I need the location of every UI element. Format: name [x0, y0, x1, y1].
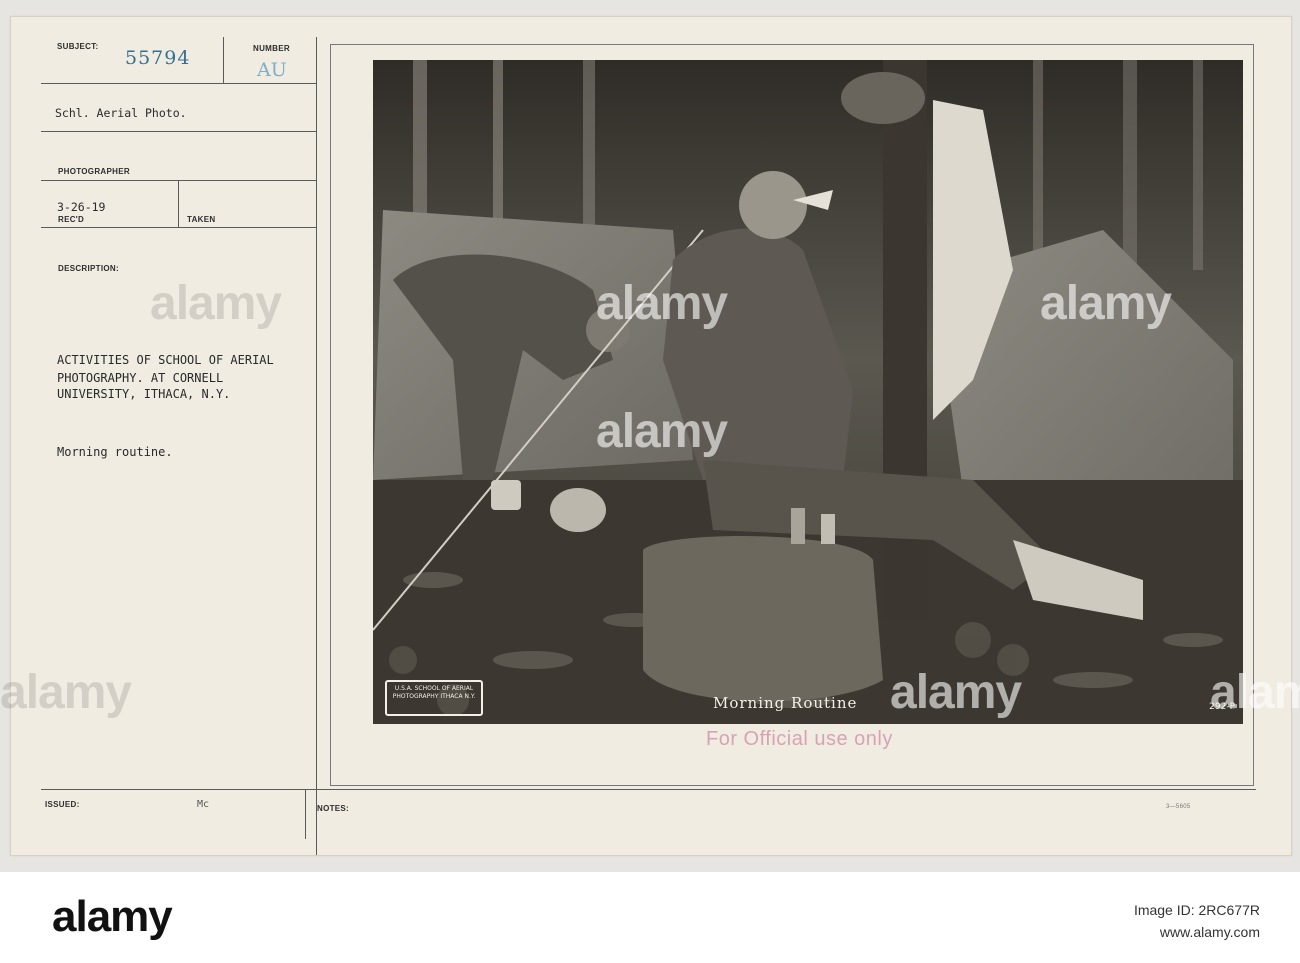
studio-stamp: U.S.A. SCHOOL OF AERIAL PHOTOGRAPHY ITHA…: [385, 680, 483, 716]
source-text: Schl. Aerial Photo.: [55, 106, 187, 120]
recd-label: REC'D: [58, 215, 85, 224]
issued-value: Mc: [197, 799, 210, 810]
taken-label: TAKEN: [187, 215, 216, 224]
watermark: alamy: [890, 666, 1022, 719]
description-line: PHOTOGRAPHY. AT CORNELL: [57, 371, 224, 385]
official-use-stamp: For Official use only: [706, 728, 893, 750]
divider: [41, 789, 1256, 790]
image-id: Image ID: 2RC677R: [1133, 902, 1260, 918]
watermark: alamy: [150, 277, 282, 330]
divider: [41, 131, 316, 132]
divider: [41, 227, 316, 228]
received-date: 3-26-19: [57, 200, 106, 214]
number-label: NUMBER: [253, 44, 290, 53]
description-line: UNIVERSITY, ITHACA, N.Y.: [57, 387, 231, 401]
subject-label: SUBJECT:: [57, 42, 99, 51]
photo-caption: Morning Routine: [713, 694, 858, 712]
divider: [178, 180, 179, 227]
footer-bar: alamy Image ID: 2RC677R www.alamy.com: [0, 872, 1300, 963]
watermark: alamy: [1040, 277, 1172, 330]
divider: [316, 37, 317, 855]
divider: [305, 789, 306, 839]
photograph-scene: [373, 60, 1243, 724]
watermark: alamy: [0, 666, 132, 719]
watermark: alamy: [596, 277, 728, 330]
form-code: 3—5605: [1166, 804, 1191, 810]
watermark: alamy: [596, 405, 728, 458]
description-note: Morning routine.: [57, 445, 173, 459]
photographer-label: PHOTOGRAPHER: [58, 167, 130, 176]
subject-number: 55794: [125, 47, 191, 69]
footer-logo[interactable]: alamy: [52, 892, 173, 942]
divider: [223, 37, 224, 83]
description-label: DESCRIPTION:: [58, 264, 119, 273]
footer-url[interactable]: www.alamy.com: [1160, 924, 1260, 940]
photograph: Morning Routine U.S.A. SCHOOL OF AERIAL …: [373, 60, 1243, 724]
watermark: alamy: [1210, 666, 1300, 719]
number-code: AU: [257, 59, 287, 81]
issued-label: ISSUED:: [45, 800, 80, 809]
studio-stamp-text: U.S.A. SCHOOL OF AERIAL PHOTOGRAPHY ITHA…: [392, 685, 476, 700]
divider: [41, 83, 316, 84]
description-line: ACTIVITIES OF SCHOOL OF AERIAL: [57, 353, 274, 367]
notes-label: NOTES:: [317, 804, 350, 813]
